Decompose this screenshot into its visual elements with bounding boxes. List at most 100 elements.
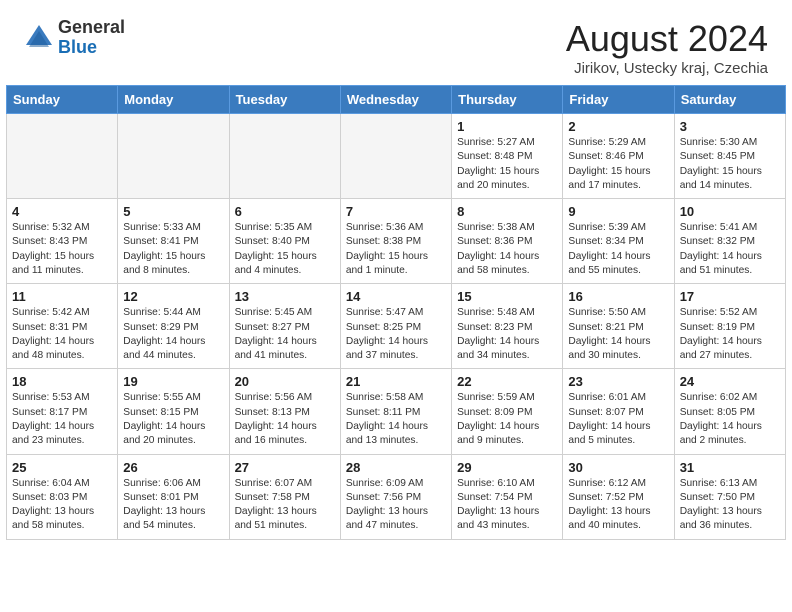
- day-info: Sunrise: 5:41 AM Sunset: 8:32 PM Dayligh…: [680, 221, 780, 278]
- weekday-header: Tuesday: [229, 86, 340, 114]
- calendar-day-cell: 1 Sunrise: 5:27 AM Sunset: 8:48 PM Daylig…: [452, 114, 563, 199]
- day-info: Sunrise: 5:30 AM Sunset: 8:45 PM Dayligh…: [680, 136, 780, 193]
- calendar-day-cell: 13Sunrise: 5:45 AM Sunset: 8:27 PM Dayli…: [229, 284, 340, 369]
- day-info: Sunrise: 5:36 AM Sunset: 8:38 PM Dayligh…: [346, 221, 446, 278]
- day-info: Sunrise: 6:02 AM Sunset: 8:05 PM Dayligh…: [680, 391, 780, 448]
- calendar-day-cell: [7, 114, 118, 199]
- day-info: Sunrise: 5:32 AM Sunset: 8:43 PM Dayligh…: [12, 221, 112, 278]
- calendar-day-cell: 31 Sunrise: 6:13 AM Sunset: 7:50 PM Dayli…: [674, 454, 785, 539]
- day-number: 28: [346, 460, 446, 475]
- page-header: General Blue August 2024 Jirikov, Usteck…: [0, 0, 792, 85]
- calendar-week-row: 4 Sunrise: 5:32 AM Sunset: 8:43 PM Daylig…: [7, 199, 786, 284]
- day-number: 5: [123, 204, 223, 219]
- calendar-day-cell: 7 Sunrise: 5:36 AM Sunset: 8:38 PM Daylig…: [340, 199, 451, 284]
- day-info: Sunrise: 6:04 AM Sunset: 8:03 PM Dayligh…: [12, 477, 112, 534]
- day-number: 9: [568, 204, 668, 219]
- calendar-day-cell: 17 Sunrise: 5:52 AM Sunset: 8:19 PM Dayli…: [674, 284, 785, 369]
- day-info: Sunrise: 5:44 AM Sunset: 8:29 PM Dayligh…: [123, 306, 223, 363]
- calendar-day-cell: 28 Sunrise: 6:09 AM Sunset: 7:56 PM Dayli…: [340, 454, 451, 539]
- weekday-header-row: SundayMondayTuesdayWednesdayThursdayFrid…: [7, 86, 786, 114]
- weekday-header: Thursday: [452, 86, 563, 114]
- calendar-week-row: 18Sunrise: 5:53 AM Sunset: 8:17 PM Dayli…: [7, 369, 786, 454]
- day-number: 20: [235, 374, 335, 389]
- day-info: Sunrise: 5:29 AM Sunset: 8:46 PM Dayligh…: [568, 136, 668, 193]
- day-number: 31: [680, 460, 780, 475]
- calendar-day-cell: 11 Sunrise: 5:42 AM Sunset: 8:31 PM Dayli…: [7, 284, 118, 369]
- day-info: Sunrise: 5:42 AM Sunset: 8:31 PM Dayligh…: [12, 306, 112, 363]
- calendar-day-cell: 12 Sunrise: 5:44 AM Sunset: 8:29 PM Dayli…: [118, 284, 229, 369]
- day-number: 23: [568, 374, 668, 389]
- calendar-day-cell: 14 Sunrise: 5:47 AM Sunset: 8:25 PM Dayli…: [340, 284, 451, 369]
- day-number: 6: [235, 204, 335, 219]
- calendar-day-cell: 9 Sunrise: 5:39 AM Sunset: 8:34 PM Daylig…: [563, 199, 674, 284]
- day-number: 27: [235, 460, 335, 475]
- location-subtitle: Jirikov, Ustecky kraj, Czechia: [566, 60, 768, 77]
- day-number: 15: [457, 289, 557, 304]
- calendar-week-row: 1 Sunrise: 5:27 AM Sunset: 8:48 PM Daylig…: [7, 114, 786, 199]
- day-info: Sunrise: 6:10 AM Sunset: 7:54 PM Dayligh…: [457, 477, 557, 534]
- day-info: Sunrise: 6:12 AM Sunset: 7:52 PM Dayligh…: [568, 477, 668, 534]
- day-info: Sunrise: 5:58 AM Sunset: 8:11 PM Dayligh…: [346, 391, 446, 448]
- day-info: Sunrise: 5:27 AM Sunset: 8:48 PM Dayligh…: [457, 136, 557, 193]
- calendar-week-row: 11 Sunrise: 5:42 AM Sunset: 8:31 PM Dayli…: [7, 284, 786, 369]
- day-info: Sunrise: 6:07 AM Sunset: 7:58 PM Dayligh…: [235, 477, 335, 534]
- calendar-day-cell: 8 Sunrise: 5:38 AM Sunset: 8:36 PM Daylig…: [452, 199, 563, 284]
- day-number: 2: [568, 119, 668, 134]
- day-info: Sunrise: 5:59 AM Sunset: 8:09 PM Dayligh…: [457, 391, 557, 448]
- day-number: 30: [568, 460, 668, 475]
- day-number: 29: [457, 460, 557, 475]
- weekday-header: Monday: [118, 86, 229, 114]
- calendar-day-cell: 15Sunrise: 5:48 AM Sunset: 8:23 PM Dayli…: [452, 284, 563, 369]
- calendar-day-cell: 3Sunrise: 5:30 AM Sunset: 8:45 PM Daylig…: [674, 114, 785, 199]
- calendar-day-cell: 29 Sunrise: 6:10 AM Sunset: 7:54 PM Dayli…: [452, 454, 563, 539]
- calendar-day-cell: 30 Sunrise: 6:12 AM Sunset: 7:52 PM Dayli…: [563, 454, 674, 539]
- calendar-wrapper: SundayMondayTuesdayWednesdayThursdayFrid…: [0, 85, 792, 548]
- day-number: 19: [123, 374, 223, 389]
- day-info: Sunrise: 5:56 AM Sunset: 8:13 PM Dayligh…: [235, 391, 335, 448]
- day-info: Sunrise: 5:38 AM Sunset: 8:36 PM Dayligh…: [457, 221, 557, 278]
- day-number: 11: [12, 289, 112, 304]
- calendar-day-cell: 22 Sunrise: 5:59 AM Sunset: 8:09 PM Dayli…: [452, 369, 563, 454]
- weekday-header: Friday: [563, 86, 674, 114]
- calendar-day-cell: [229, 114, 340, 199]
- calendar-header: SundayMondayTuesdayWednesdayThursdayFrid…: [7, 86, 786, 114]
- day-number: 22: [457, 374, 557, 389]
- day-number: 25: [12, 460, 112, 475]
- logo-text: General Blue: [58, 18, 125, 58]
- weekday-header: Wednesday: [340, 86, 451, 114]
- logo-icon: [24, 23, 54, 53]
- weekday-header: Saturday: [674, 86, 785, 114]
- calendar-day-cell: [118, 114, 229, 199]
- day-number: 12: [123, 289, 223, 304]
- day-number: 7: [346, 204, 446, 219]
- calendar-day-cell: 16 Sunrise: 5:50 AM Sunset: 8:21 PM Dayli…: [563, 284, 674, 369]
- day-number: 4: [12, 204, 112, 219]
- day-number: 14: [346, 289, 446, 304]
- day-number: 17: [680, 289, 780, 304]
- day-info: Sunrise: 6:09 AM Sunset: 7:56 PM Dayligh…: [346, 477, 446, 534]
- calendar-table: SundayMondayTuesdayWednesdayThursdayFrid…: [6, 85, 786, 540]
- day-info: Sunrise: 5:55 AM Sunset: 8:15 PM Dayligh…: [123, 391, 223, 448]
- month-title: August 2024: [566, 18, 768, 60]
- day-info: Sunrise: 5:53 AM Sunset: 8:17 PM Dayligh…: [12, 391, 112, 448]
- calendar-day-cell: [340, 114, 451, 199]
- day-number: 8: [457, 204, 557, 219]
- day-number: 26: [123, 460, 223, 475]
- calendar-day-cell: 21Sunrise: 5:58 AM Sunset: 8:11 PM Dayli…: [340, 369, 451, 454]
- calendar-day-cell: 6Sunrise: 5:35 AM Sunset: 8:40 PM Daylig…: [229, 199, 340, 284]
- day-info: Sunrise: 5:47 AM Sunset: 8:25 PM Dayligh…: [346, 306, 446, 363]
- day-info: Sunrise: 5:39 AM Sunset: 8:34 PM Dayligh…: [568, 221, 668, 278]
- day-info: Sunrise: 6:13 AM Sunset: 7:50 PM Dayligh…: [680, 477, 780, 534]
- calendar-week-row: 25 Sunrise: 6:04 AM Sunset: 8:03 PM Dayli…: [7, 454, 786, 539]
- calendar-day-cell: 24 Sunrise: 6:02 AM Sunset: 8:05 PM Dayli…: [674, 369, 785, 454]
- day-number: 24: [680, 374, 780, 389]
- day-info: Sunrise: 5:52 AM Sunset: 8:19 PM Dayligh…: [680, 306, 780, 363]
- calendar-day-cell: 19 Sunrise: 5:55 AM Sunset: 8:15 PM Dayli…: [118, 369, 229, 454]
- day-number: 16: [568, 289, 668, 304]
- day-number: 10: [680, 204, 780, 219]
- day-info: Sunrise: 5:50 AM Sunset: 8:21 PM Dayligh…: [568, 306, 668, 363]
- day-info: Sunrise: 6:06 AM Sunset: 8:01 PM Dayligh…: [123, 477, 223, 534]
- day-number: 13: [235, 289, 335, 304]
- day-number: 1: [457, 119, 557, 134]
- logo: General Blue: [24, 18, 125, 58]
